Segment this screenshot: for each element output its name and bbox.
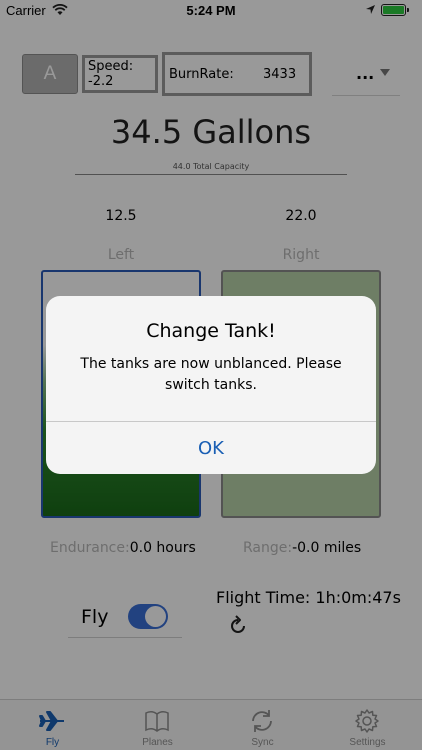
alert-message: The tanks are now unblanced. Please swit… — [80, 356, 342, 393]
change-tank-alert: Change Tank! The tanks are now unblanced… — [46, 296, 376, 474]
alert-ok-button[interactable]: OK — [46, 422, 376, 474]
alert-title: Change Tank! — [146, 320, 276, 342]
